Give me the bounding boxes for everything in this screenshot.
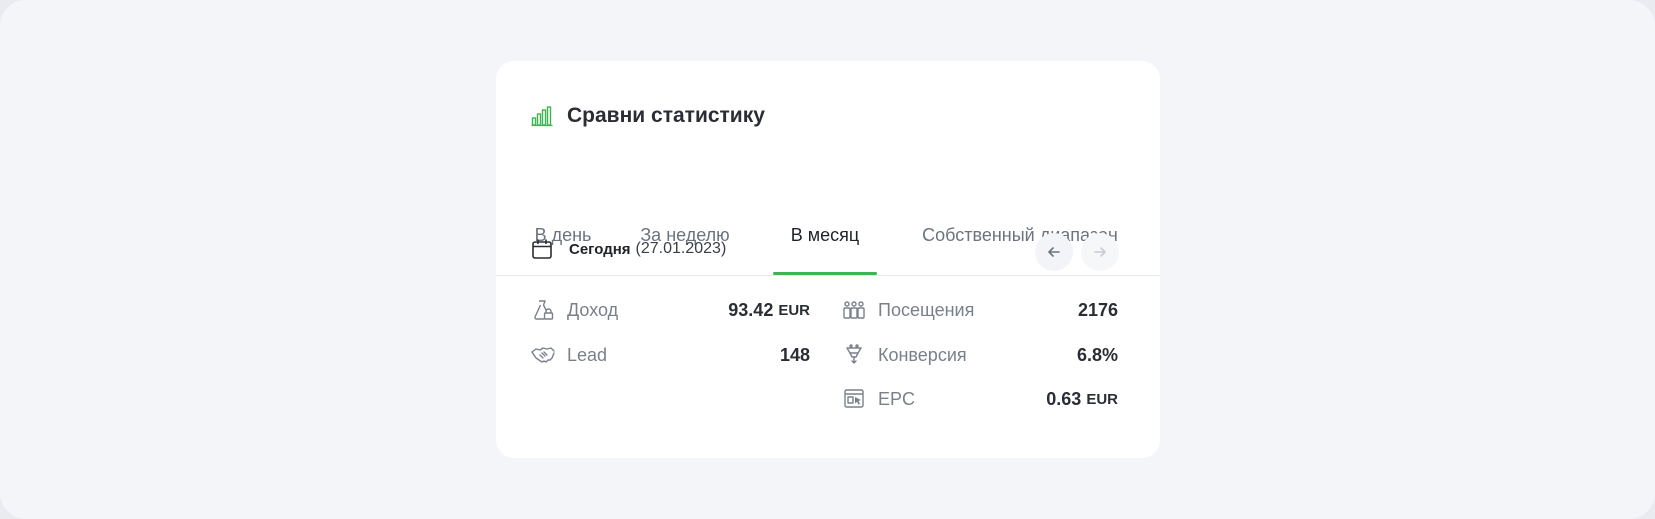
stat-lead: Lead 148	[531, 341, 810, 369]
arrow-left-icon	[1048, 247, 1060, 257]
stat-visits-value-wrap: 2176	[1078, 296, 1118, 324]
tab-month[interactable]: В месяц	[773, 161, 877, 275]
stat-income-value-wrap: 93.42 EUR	[728, 296, 810, 324]
funnel-icon	[842, 343, 866, 367]
card-title: Сравни статистику	[567, 104, 765, 127]
stat-income-value: 93.42	[728, 299, 774, 320]
money-bag-icon	[531, 298, 555, 322]
stat-epc-value-wrap: 0.63 EUR	[1046, 385, 1118, 413]
click-cursor-icon	[842, 387, 866, 411]
stat-epc: EPC 0.63 EUR	[842, 385, 1118, 413]
date-value: (27.01.2023)	[635, 240, 727, 257]
stat-income-label: Доход	[567, 299, 619, 320]
page-background: Сравни статистику В день За неделю В мес…	[0, 0, 1655, 519]
arrow-right-icon	[1094, 247, 1106, 257]
stat-epc-unit: EUR	[1086, 390, 1118, 408]
date-today-label: Сегодня	[569, 240, 631, 258]
stat-visits-value: 2176	[1077, 299, 1118, 320]
stat-income-unit: EUR	[778, 301, 810, 319]
calendar-icon	[531, 238, 553, 260]
stat-epc-label: EPC	[878, 388, 916, 409]
tab-month-label: В месяц	[790, 225, 860, 245]
previous-period-button[interactable]	[1035, 233, 1073, 271]
stat-epc-value: 0.63	[1046, 388, 1082, 409]
bar-chart-icon	[531, 105, 553, 127]
stat-conversion-value-wrap: 6.8%	[1077, 341, 1118, 369]
date-row: Сегодня (27.01.2023)	[531, 233, 726, 265]
stat-conversion-value: 6.8%	[1076, 344, 1118, 365]
stat-lead-value-wrap: 148	[780, 341, 810, 369]
stat-lead-label: Lead	[567, 344, 608, 365]
card-header: Сравни статистику	[531, 96, 765, 136]
active-tab-indicator	[773, 272, 877, 275]
stat-conversion-label: Конверсия	[878, 344, 967, 365]
stat-conversion: Конверсия 6.8%	[842, 341, 1118, 369]
stat-visits-label: Посещения	[878, 299, 975, 320]
compare-statistics-card: Сравни статистику В день За неделю В мес…	[496, 61, 1160, 458]
stat-visits: Посещения 2176	[842, 296, 1118, 324]
visitors-icon	[842, 298, 866, 322]
handshake-icon	[531, 343, 555, 367]
stat-income: Доход 93.42 EUR	[531, 296, 810, 324]
next-period-button[interactable]	[1081, 233, 1119, 271]
stat-lead-value: 148	[779, 344, 810, 365]
